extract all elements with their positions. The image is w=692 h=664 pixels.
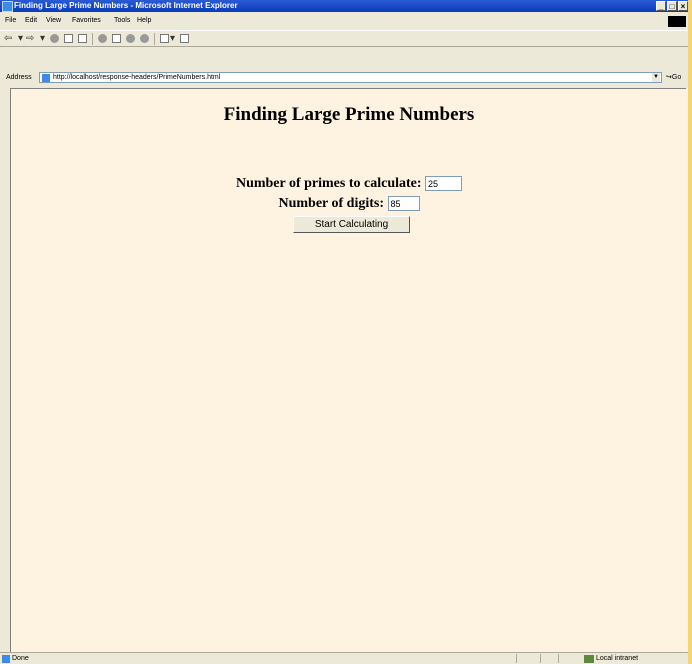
search-icon[interactable] (98, 34, 107, 43)
status-text: Done (12, 655, 29, 662)
address-dropdown-icon[interactable]: ▼ (652, 73, 660, 82)
page-done-icon (2, 655, 10, 663)
status-pane (558, 654, 573, 663)
title-bar[interactable]: Finding Large Prime Numbers - Microsoft … (0, 0, 692, 12)
primes-row: Number of primes to calculate: (11, 176, 687, 192)
menu-favorites[interactable]: Favorites (72, 14, 101, 28)
close-button[interactable]: × (678, 1, 688, 11)
status-pane (516, 654, 537, 663)
start-calculating-button[interactable]: Start Calculating (293, 216, 410, 233)
maximize-button[interactable]: □ (667, 1, 677, 11)
mail-dropdown-icon[interactable]: ▾ (170, 33, 175, 44)
refresh-icon[interactable] (64, 34, 73, 43)
menu-tools[interactable]: Tools (114, 14, 130, 28)
menu-edit[interactable]: Edit (25, 14, 37, 28)
digits-label: Number of digits: (278, 196, 385, 211)
media-icon[interactable] (126, 34, 135, 43)
page-heading: Finding Large Prime Numbers (223, 104, 475, 125)
digits-input[interactable] (387, 196, 420, 212)
page-content: Finding Large Prime Numbers Number of pr… (10, 88, 687, 652)
menu-view[interactable]: View (46, 14, 61, 28)
address-label: Address (6, 74, 32, 81)
address-url[interactable]: http://localhost/response-headers/PrimeN… (53, 73, 220, 83)
mail-icon[interactable] (160, 34, 169, 43)
forward-icon[interactable]: ⇨ (26, 33, 34, 44)
primes-label: Number of primes to calculate: (235, 176, 422, 191)
toolbar: ⇦ ▾ ⇨ ▾ ▾ (0, 30, 692, 47)
back-dropdown-icon[interactable]: ▾ (18, 33, 23, 44)
address-bar: Address http://localhost/response-header… (0, 70, 692, 85)
status-bar: Done Local intranet (0, 652, 692, 664)
print-icon[interactable] (180, 34, 189, 43)
security-zone: Local intranet (596, 655, 639, 662)
window-title: Finding Large Prime Numbers - Microsoft … (14, 1, 238, 10)
page-icon (42, 74, 50, 82)
menu-help[interactable]: Help (137, 14, 151, 28)
favorites-icon[interactable] (112, 34, 121, 43)
windows-logo-icon (668, 16, 686, 27)
menu-bar: File Edit View Favorites Tools Help (0, 14, 692, 28)
history-icon[interactable] (140, 34, 149, 43)
stop-icon[interactable] (50, 34, 59, 43)
forward-dropdown-icon[interactable]: ▾ (40, 33, 45, 44)
go-button[interactable]: ↪Go (666, 70, 681, 85)
local-intranet-icon (584, 655, 594, 663)
back-icon[interactable]: ⇦ (4, 33, 12, 44)
digits-row: Number of digits: (11, 196, 687, 212)
ie-app-icon (2, 1, 13, 12)
window-edge (688, 0, 692, 664)
minimize-button[interactable]: _ (656, 1, 666, 11)
primes-input[interactable] (425, 176, 463, 192)
browser-window: Finding Large Prime Numbers - Microsoft … (0, 0, 692, 664)
status-pane (540, 654, 555, 663)
menu-file[interactable]: File (5, 14, 16, 28)
toolbar-separator (92, 33, 93, 45)
home-icon[interactable] (78, 34, 87, 43)
toolbar-separator (154, 33, 155, 45)
address-input[interactable]: http://localhost/response-headers/PrimeN… (39, 72, 662, 83)
go-label: Go (671, 74, 682, 81)
